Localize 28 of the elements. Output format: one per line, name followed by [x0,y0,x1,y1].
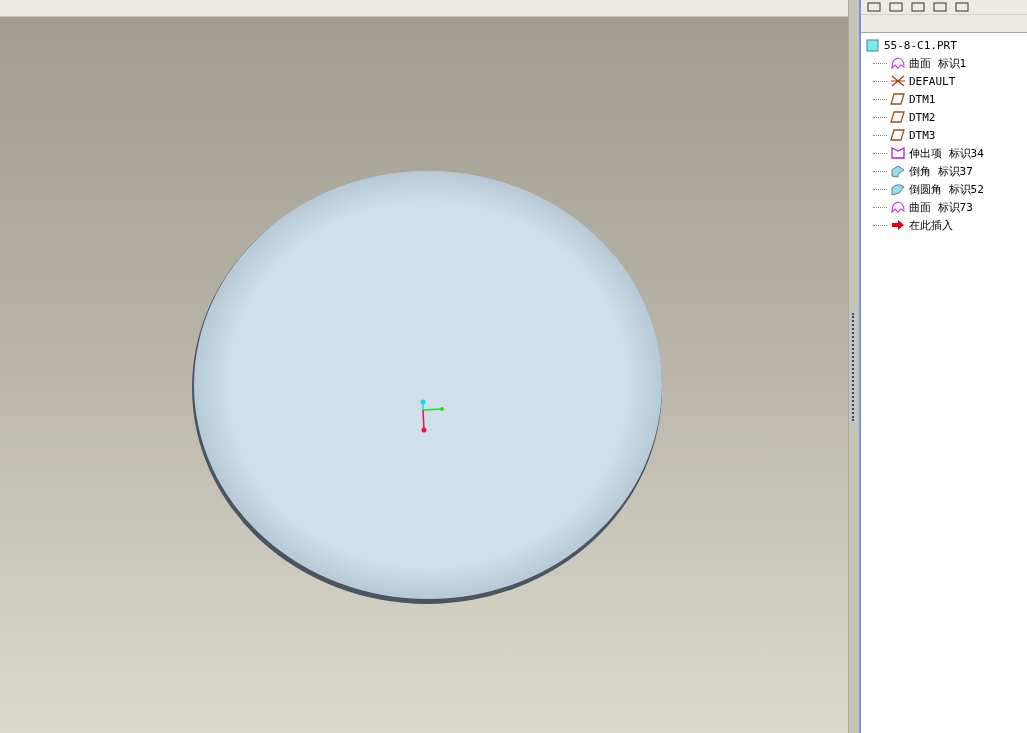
csys-icon [890,74,906,88]
toolbar-icon[interactable] [867,2,881,12]
toolbar-icon[interactable] [911,2,925,12]
surface-icon [890,200,906,214]
tree-item[interactable]: DEFAULT [865,72,1027,90]
protrusion-icon [890,146,906,160]
cube-icon [865,38,881,52]
tree-item[interactable]: DTM2 [865,108,1027,126]
plane-icon [890,110,906,124]
tree-item[interactable]: DTM3 [865,126,1027,144]
tree-item[interactable]: DTM1 [865,90,1027,108]
arrow-icon [890,218,906,232]
tree-item[interactable]: 曲面 标识1 [865,54,1027,72]
tree-item[interactable]: 55-8-C1.PRT [865,36,1027,54]
toolbar-icon[interactable] [933,2,947,12]
tree-item[interactable]: 伸出项 标识34 [865,144,1027,162]
plane-icon [890,92,906,106]
tree-item[interactable]: 曲面 标识73 [865,198,1027,216]
surface-icon [890,56,906,70]
plane-icon [890,128,906,142]
toolbar-icon[interactable] [955,2,969,12]
toolbar-icon[interactable] [889,2,903,12]
tree-item[interactable]: 在此插入 [865,216,1027,234]
coordinate-axes-icon [420,399,444,433]
round-icon [890,182,906,196]
tree-item[interactable]: 倒角 标识37 [865,162,1027,180]
tree-item[interactable]: 倒圆角 标识52 [865,180,1027,198]
chamfer-icon [890,164,906,178]
